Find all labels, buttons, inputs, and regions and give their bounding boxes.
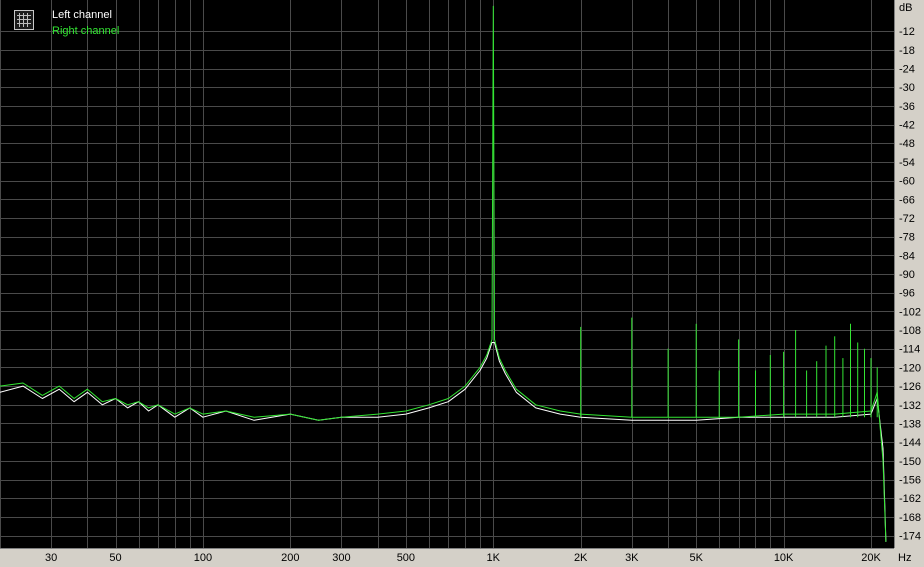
y-tick-label: -48 [899,138,915,150]
y-tick-label: -138 [899,418,921,430]
y-tick-label: -132 [899,400,921,412]
x-tick-label: 50 [109,552,121,564]
y-tick-label: -102 [899,306,921,318]
x-tick-label: 100 [194,552,212,564]
y-tick-label: -108 [899,325,921,337]
y-tick-label: -36 [899,101,915,113]
y-tick-label: -126 [899,381,921,393]
y-tick-label: -78 [899,232,915,244]
y-tick-label: -150 [899,456,921,468]
legend-toggle-icon[interactable] [14,10,34,30]
y-tick-label: -174 [899,531,921,543]
x-tick-label: 5K [689,552,703,564]
y-tick-label: -24 [899,64,915,76]
x-axis-label: Hz [898,552,911,564]
legend-right-channel: Right channel [52,25,120,37]
y-tick-label: -12 [899,26,915,38]
y-tick-label: -156 [899,475,921,487]
x-tick-label: 500 [397,552,415,564]
x-tick-label: 200 [281,552,299,564]
x-tick-label: 1K [487,552,501,564]
x-tick-label: 10K [774,552,794,564]
y-tick-label: -96 [899,288,915,300]
y-tick-label: -114 [899,344,920,356]
y-tick-label: -66 [899,194,915,206]
x-tick-label: 2K [574,552,588,564]
x-tick-label: 3K [625,552,639,564]
y-tick-label: -72 [899,213,915,225]
y-tick-label: -30 [899,82,915,94]
legend-left-channel: Left channel [52,9,112,21]
x-tick-label: 20K [861,552,881,564]
y-tick-label: -18 [899,45,915,57]
y-tick-label: -120 [899,362,921,374]
y-tick-label: -162 [899,493,921,505]
y-tick-label: -168 [899,512,921,524]
y-tick-label: -42 [899,120,915,132]
spectrum-chart: -12 -18 -24 -30 -36 -42 -48 -54 -60 -66 -72 -78 -84 -… [0,0,921,564]
y-tick-label: -144 [899,437,921,449]
x-tick-label: 30 [45,552,57,564]
y-axis-label: dB [899,2,912,14]
y-tick-label: -54 [899,157,915,169]
y-tick-label: -90 [899,269,915,281]
y-tick-label: -84 [899,250,915,262]
x-tick-label: 300 [332,552,350,564]
y-tick-label: -60 [899,176,915,188]
